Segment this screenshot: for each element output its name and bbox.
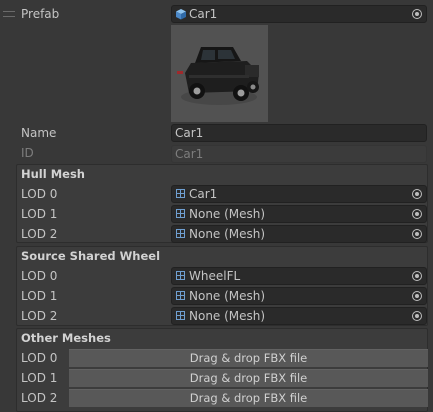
hull-lod2-field[interactable]: None (Mesh)	[171, 225, 427, 243]
drag-drop-fbx-button[interactable]: Drag & drop FBX file	[69, 369, 428, 387]
object-picker-icon[interactable]	[412, 311, 422, 321]
object-picker-icon[interactable]	[412, 209, 422, 219]
wheel-lod1-value: None (Mesh)	[189, 289, 266, 303]
object-picker-icon[interactable]	[412, 9, 422, 19]
drag-drop-fbx-button[interactable]: Drag & drop FBX file	[69, 389, 428, 407]
prefab-preview-image	[171, 25, 268, 122]
prefab-cube-icon	[175, 8, 187, 20]
id-field: Car1	[171, 145, 427, 163]
object-picker-icon[interactable]	[412, 229, 422, 239]
object-picker-icon[interactable]	[412, 189, 422, 199]
hull-lod0-label: LOD 0	[21, 187, 58, 201]
hull-lod0-field[interactable]: Car1	[171, 185, 427, 203]
hull-mesh-title: Hull Mesh	[21, 167, 85, 181]
drag-drop-fbx-button[interactable]: Drag & drop FBX file	[69, 349, 428, 367]
hull-lod1-value: None (Mesh)	[189, 207, 266, 221]
hull-lod2-value: None (Mesh)	[189, 227, 266, 241]
wheel-lod1-label: LOD 1	[21, 289, 58, 303]
source-shared-wheel-title: Source Shared Wheel	[21, 249, 161, 263]
hull-lod0-value: Car1	[189, 187, 218, 201]
mesh-icon	[176, 209, 185, 218]
other-lod1-label: LOD 1	[21, 371, 58, 385]
drag-handle-icon[interactable]	[3, 11, 15, 17]
other-lod2-label: LOD 2	[21, 391, 58, 405]
mesh-icon	[176, 189, 185, 198]
mesh-icon	[176, 311, 185, 320]
hull-lod2-label: LOD 2	[21, 227, 58, 241]
wheel-lod2-label: LOD 2	[21, 309, 58, 323]
other-lod0-label: LOD 0	[21, 351, 58, 365]
prefab-value: Car1	[189, 7, 218, 21]
wheel-lod0-label: LOD 0	[21, 269, 58, 283]
name-label: Name	[21, 126, 57, 140]
wheel-lod2-field[interactable]: None (Mesh)	[171, 307, 427, 325]
object-picker-icon[interactable]	[412, 291, 422, 301]
mesh-icon	[176, 229, 185, 238]
name-input[interactable]: Car1	[171, 124, 427, 142]
id-label: ID	[21, 146, 34, 160]
mesh-icon	[176, 271, 185, 280]
mesh-icon	[176, 291, 185, 300]
hull-lod1-field[interactable]: None (Mesh)	[171, 205, 427, 223]
wheel-lod0-field[interactable]: WheelFL	[171, 267, 427, 285]
wheel-lod2-value: None (Mesh)	[189, 309, 266, 323]
other-meshes-title: Other Meshes	[21, 331, 111, 345]
wheel-lod0-value: WheelFL	[189, 269, 241, 283]
prefab-label: Prefab	[21, 7, 60, 21]
object-picker-icon[interactable]	[412, 271, 422, 281]
prefab-field[interactable]: Car1	[171, 5, 427, 23]
hull-lod1-label: LOD 1	[21, 207, 58, 221]
wheel-lod1-field[interactable]: None (Mesh)	[171, 287, 427, 305]
